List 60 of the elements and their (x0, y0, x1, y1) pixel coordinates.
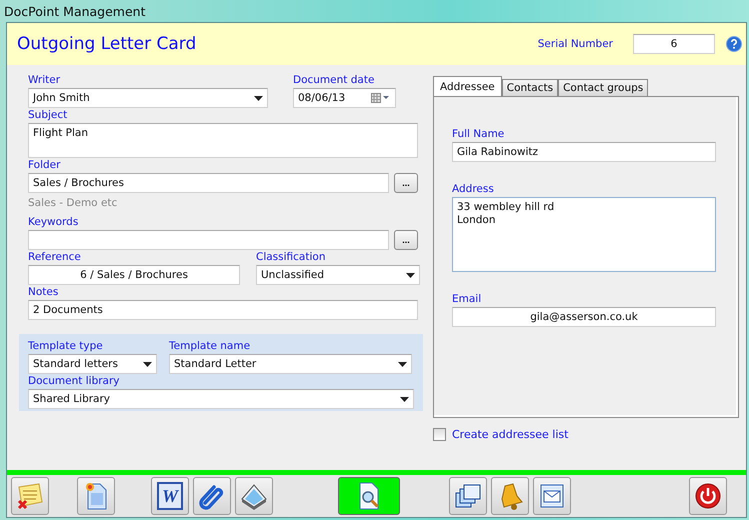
field-label: Writer (28, 73, 62, 88)
template-name-dropdown[interactable]: Standard Letter (169, 354, 412, 374)
serial-number-field[interactable]: 6 (633, 34, 715, 54)
field-label: Template type (28, 339, 104, 354)
caret-icon (143, 362, 152, 366)
email-field[interactable]: gila@asserson.co.uk (452, 307, 716, 327)
subject-field[interactable]: Flight Plan (28, 123, 418, 158)
card-title: Outgoing Letter Card (17, 34, 196, 54)
toolbar-button[interactable] (338, 477, 400, 515)
notes-field[interactable]: 2 Documents (28, 300, 418, 320)
folder-description: Sales - Demo etc (28, 196, 118, 211)
help-icon[interactable] (726, 36, 742, 52)
window-title: DocPoint Management (4, 4, 146, 18)
note-delete-icon (15, 481, 45, 511)
field-label: Template name (169, 339, 252, 354)
writer-dropdown[interactable]: John Smith (28, 88, 268, 108)
browse-button[interactable]: ... (394, 230, 418, 250)
toolbar-button[interactable] (235, 477, 273, 515)
reference-field[interactable]: 6 / Sales / Brochures (28, 265, 240, 285)
date-picker[interactable]: 08/06/13 (293, 88, 396, 108)
full-name-field[interactable]: Gila Rabinowitz (452, 142, 716, 162)
field-label: Full Name (452, 127, 506, 142)
field-label: Subject (28, 108, 68, 123)
toolbar-button[interactable] (449, 477, 487, 515)
caret-icon (398, 362, 407, 366)
toolbar-button[interactable] (11, 477, 49, 515)
folder-field[interactable]: Sales / Brochures (28, 173, 389, 193)
field-label: Document library (28, 374, 121, 389)
field-label: Email (452, 292, 482, 307)
tab[interactable]: Addressee (433, 76, 502, 96)
checkbox[interactable] (433, 428, 446, 441)
field-label: Address (452, 182, 495, 197)
toolbar-button[interactable] (533, 477, 571, 515)
template-type-dropdown[interactable]: Standard letters (28, 354, 157, 374)
field-label: Classification (256, 250, 326, 265)
power-icon (693, 481, 723, 511)
toolbar-button[interactable]: W (151, 477, 189, 515)
field-label: Serial Number (538, 36, 613, 52)
field-label: Document date (293, 73, 376, 88)
field-label: Notes (28, 285, 60, 300)
field-label: Folder (28, 158, 62, 173)
caret-icon (254, 96, 263, 100)
field-label: Reference (28, 250, 82, 265)
browse-button[interactable]: ... (394, 173, 418, 193)
toolbar-button[interactable] (689, 477, 727, 515)
address-field[interactable]: 33 wembley hill rd London (452, 197, 716, 272)
caret-icon (400, 396, 409, 402)
classification-dropdown[interactable]: Unclassified (256, 265, 420, 285)
library-dropdown[interactable]: Shared Library (28, 389, 414, 409)
keywords-field[interactable] (28, 230, 389, 250)
field-label: Keywords (28, 215, 80, 230)
tab[interactable]: Contact groups (558, 79, 648, 96)
word-document-icon: W (157, 482, 183, 510)
toolbar-button[interactable] (491, 477, 529, 515)
tab[interactable]: Contacts (502, 79, 558, 96)
checkbox-label: Create addressee list (452, 427, 568, 442)
calendar-icon (371, 93, 391, 103)
caret-icon (406, 272, 415, 278)
toolbar-button[interactable] (193, 477, 231, 515)
toolbar-button[interactable] (77, 477, 115, 515)
